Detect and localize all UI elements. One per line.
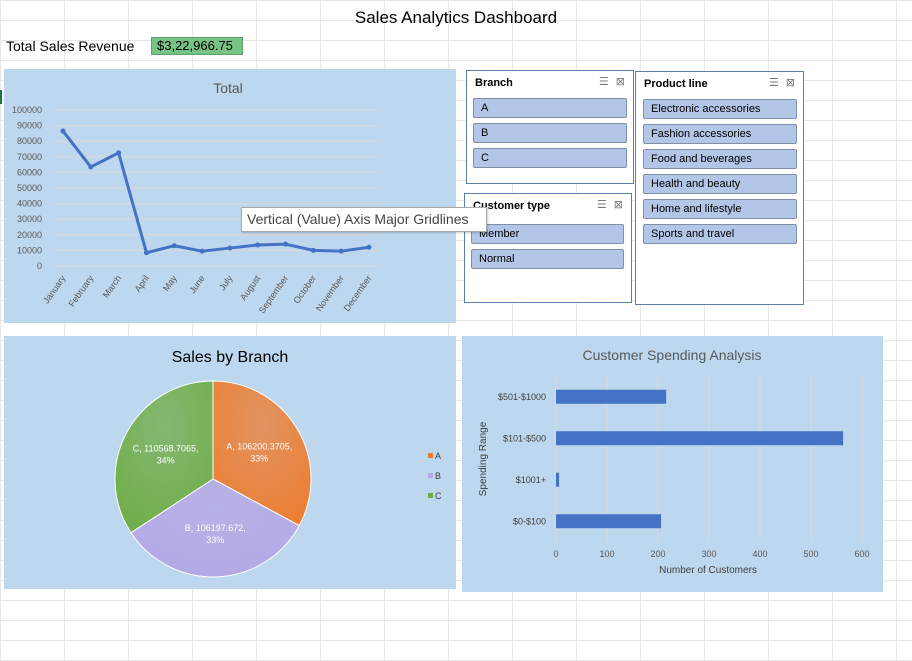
data-point [199,248,205,254]
clear-filter-icon[interactable]: ⊠ [786,77,795,89]
data-point [310,247,316,253]
x-tick-label: 600 [854,549,869,559]
branch-slicer-title: Branch [475,77,513,89]
x-tick-label: October [291,273,318,305]
spending-bar [556,514,662,529]
customer-spending-chart[interactable]: Customer Spending Analysis 0 100 200 300 400… [462,336,883,592]
x-tick-label: April [133,273,152,293]
x-tick-label: 500 [803,549,818,559]
selection-marker [0,90,2,104]
x-tick-label: December [342,273,374,313]
pie-data-label: 34% [157,455,175,465]
x-tick-label: February [67,273,96,309]
product-line-slicer-title: Product line [644,78,708,90]
pie-data-label: B, 106197.672, [185,523,246,533]
sales-by-branch-chart[interactable]: Sales by Branch A, 106200.3705, 33% B, 106… [4,336,456,589]
data-point [283,241,289,247]
spending-bar [556,389,667,404]
bar-chart-title: Customer Spending Analysis [583,347,762,363]
spreadsheet-area[interactable]: Sales Analytics Dashboard Total Sales Re… [0,0,912,661]
legend-swatch [428,473,433,478]
legend-label: A [435,451,441,461]
branch-item-c[interactable]: C [473,148,627,168]
legend-label: B [435,471,441,481]
x-tick-label: March [101,273,124,299]
y-tick-label: 80000 [17,136,42,146]
x-tick-label: 0 [553,549,558,559]
x-tick-label: 400 [752,549,767,559]
product-line-item[interactable]: Sports and travel [643,224,797,244]
x-tick-label: June [187,273,206,295]
x-tick-label: August [238,273,263,302]
total-sales-revenue-label: Total Sales Revenue [6,38,135,54]
y-tick-label: 60000 [17,167,42,177]
pie-data-label: A, 106200.3705, [226,441,292,451]
y-tick-label: $501-$1000 [498,392,546,402]
y-tick-label: $101-$500 [503,433,546,443]
data-point [171,243,177,249]
data-point [366,244,372,250]
y-tick-label: $1001+ [516,475,546,485]
total-sales-revenue-value[interactable]: $3,22,966.75 [151,37,243,55]
legend-swatch [428,453,433,458]
pie-data-label: 33% [206,535,224,545]
y-tick-label: 0 [37,261,42,271]
clear-filter-icon[interactable]: ⊠ [616,76,625,88]
x-tick-label: 100 [599,549,614,559]
clear-filter-icon[interactable]: ⊠ [614,199,623,211]
y-tick-label: 50000 [17,183,42,193]
data-point [88,164,94,170]
y-tick-label: 70000 [17,152,42,162]
multi-select-icon[interactable]: ☰ [597,199,607,211]
multi-select-icon[interactable]: ☰ [599,76,609,88]
pie-data-label: C, 110568.7065, [133,443,199,453]
x-tick-label: 200 [650,549,665,559]
x-tick-label: May [161,273,179,293]
y-tick-label: 40000 [17,199,42,209]
chart-element-tooltip: Vertical (Value) Axis Major Gridlines [241,207,487,232]
monthly-total-chart[interactable]: Total 0 10000 20000 30000 40000 50000 60000 700… [4,69,456,323]
y-tick-label: 20000 [17,230,42,240]
pie-data-label: 33% [250,453,268,463]
spending-bar [556,431,844,446]
y-tick-label: 10000 [17,245,42,255]
product-line-item[interactable]: Fashion accessories [643,124,797,144]
multi-select-icon[interactable]: ☰ [769,77,779,89]
data-point [255,242,261,248]
x-tick-label: 300 [701,549,716,559]
legend-swatch [428,493,433,498]
y-tick-label: 100000 [12,105,42,115]
customer-type-item-member[interactable]: Member [471,224,624,244]
customer-type-item-normal[interactable]: Normal [471,249,624,269]
data-point [60,128,66,134]
branch-item-b[interactable]: B [473,123,627,143]
product-line-slicer[interactable]: Product line ☰ ⊠ Electronic accessories F… [635,71,804,305]
x-tick-label: January [41,273,68,305]
y-axis-title: Spending Range [478,421,489,496]
data-point [116,150,122,156]
product-line-item[interactable]: Health and beauty [643,174,797,194]
branch-slicer[interactable]: Branch ☰ ⊠ A B C [466,70,634,184]
customer-type-slicer[interactable]: Customer type ☰ ⊠ Member Normal [464,193,632,303]
monthly-total-chart-svg: Total 0 10000 20000 30000 40000 50000 60000 700… [12,80,379,315]
y-tick-label: $0-$100 [513,516,546,526]
pie-chart-title: Sales by Branch [172,349,289,366]
data-point [338,248,344,254]
y-tick-label: 30000 [17,214,42,224]
y-tick-label: 90000 [17,121,42,131]
data-point [227,245,233,251]
sales-by-branch-chart-svg: Sales by Branch A, 106200.3705, 33% B, 106… [114,349,442,578]
x-axis-title: Number of Customers [659,565,757,576]
data-point [143,250,149,256]
dashboard-title: Sales Analytics Dashboard [354,8,558,27]
legend-label: C [435,491,442,501]
product-line-item[interactable]: Food and beverages [643,149,797,169]
customer-spending-chart-svg: Customer Spending Analysis 0 100 200 300 400… [478,347,870,576]
x-tick-label: July [217,273,235,292]
line-chart-title: Total [213,80,243,96]
branch-item-a[interactable]: A [473,98,627,118]
product-line-item[interactable]: Home and lifestyle [643,199,797,219]
spending-bar [556,472,560,487]
product-line-item[interactable]: Electronic accessories [643,99,797,119]
